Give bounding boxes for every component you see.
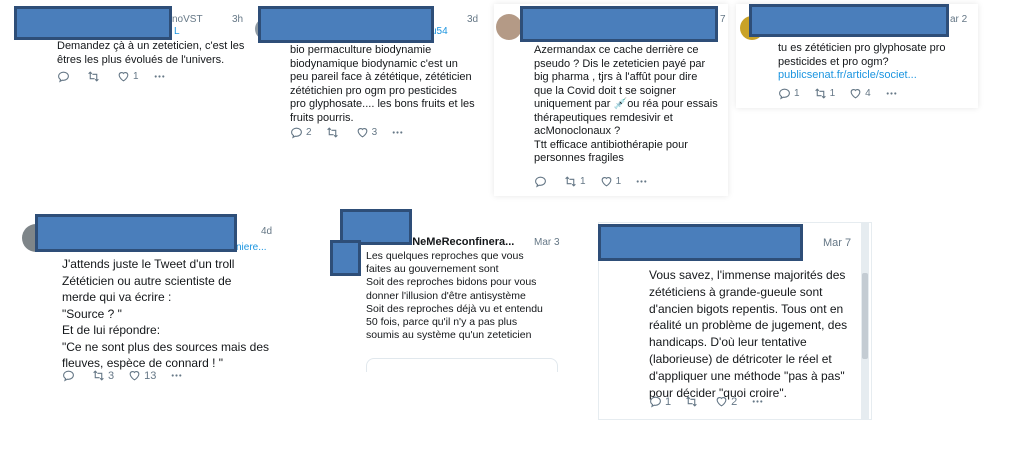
reply-icon [62,369,75,382]
like-icon [600,175,613,188]
redaction-box [14,6,172,40]
tweet-actions: 1 [57,70,183,83]
like-button[interactable]: 4 [849,87,871,100]
like-button[interactable]: 3 [356,126,377,139]
like-icon [715,395,728,408]
reply-button[interactable]: 2 [290,126,312,139]
tweet-actions: 2 3 [290,126,421,139]
like-button[interactable]: 2 [715,395,737,408]
reply-icon [57,70,70,83]
more-button[interactable] [153,70,169,83]
retweet-icon [685,395,698,408]
retweet-button[interactable]: 3 [92,369,114,382]
retweet-icon [564,175,577,188]
reply-button[interactable]: 1 [649,395,671,408]
like-button[interactable]: 1 [600,175,621,188]
redaction-box [749,4,949,37]
tweet-time[interactable]: Mar 7 [823,237,851,249]
tweet-body: tu es zététicien pro glyphosate pro pest… [778,42,946,81]
tweet-actions: 3 13 [62,369,200,382]
tweet-body: Les quelques reproches que vous faites a… [366,250,543,342]
article-link[interactable]: publicsenat.fr/article/societ... [778,69,917,81]
tweet-body: Vous savez, l'immense majorités des zété… [649,268,848,400]
retweet-button[interactable] [326,126,342,139]
tweet-time[interactable]: Mar 3 [534,237,560,248]
scrollbar-thumb[interactable] [862,273,868,359]
redaction-box [598,224,803,261]
avatar[interactable] [496,14,522,40]
redaction-box [520,6,718,42]
reply-button[interactable]: 1 [778,87,800,100]
like-icon [356,126,369,139]
tweet-body: Demandez çà à un zeteticien, c'est les ê… [57,40,245,66]
reply-icon [778,87,791,100]
more-button[interactable] [751,395,767,408]
tweet-body: bio permaculture biodynamie biodynamique… [290,44,475,124]
retweet-button[interactable] [685,395,701,408]
more-button[interactable] [391,126,407,139]
redaction-box [330,240,361,276]
retweet-button[interactable]: 1 [564,175,586,188]
tweet-handle-line2[interactable]: L [174,26,180,37]
tweet-time[interactable]: 7 [720,14,726,25]
retweet-icon [92,369,105,382]
like-icon [128,369,141,382]
more-icon [885,87,898,100]
more-button[interactable] [635,175,651,188]
like-icon [849,87,862,100]
tweet-actions: 1 1 4 [778,87,915,100]
more-icon [751,395,764,408]
redaction-box [35,214,237,252]
reply-button[interactable] [57,70,73,83]
reply-button[interactable] [534,175,550,188]
retweet-button[interactable]: 1 [814,87,835,100]
like-icon [117,70,130,83]
retweet-icon [814,87,827,100]
more-icon [170,369,183,382]
more-icon [153,70,166,83]
tweet-time[interactable]: 3h [232,14,243,25]
more-button[interactable] [885,87,901,100]
tweet-actions: 1 1 [534,175,665,188]
retweet-icon [326,126,339,139]
retweet-icon [87,70,100,83]
tweet-body: Azermandax ce cache derrière ce pseudo ?… [534,44,718,164]
reply-button[interactable] [62,369,78,382]
more-icon [635,175,648,188]
tweet-time[interactable]: 4d [261,226,272,237]
reply-icon [290,126,303,139]
tweet-actions: 1 2 [649,395,781,408]
tweet-time[interactable]: 3d [467,14,478,25]
like-button[interactable]: 13 [128,369,156,382]
redaction-box [258,6,434,43]
tweet-time[interactable]: ar 2 [950,14,967,25]
tweet-handle-line2[interactable]: niere... [236,242,267,253]
reply-icon [534,175,547,188]
scrollbar[interactable] [861,223,869,419]
more-icon [391,126,404,139]
like-button[interactable]: 1 [117,70,139,83]
retweet-button[interactable] [87,70,103,83]
more-button[interactable] [170,369,186,382]
tweet-handle[interactable]: noVST [172,14,203,25]
tweet-body: J'attends juste le Tweet d'un troll Zété… [62,257,270,370]
quoted-tweet-box[interactable] [366,358,558,372]
reply-icon [649,395,662,408]
tweet-handle[interactable]: JeNeMeReconfinera... [400,236,514,248]
